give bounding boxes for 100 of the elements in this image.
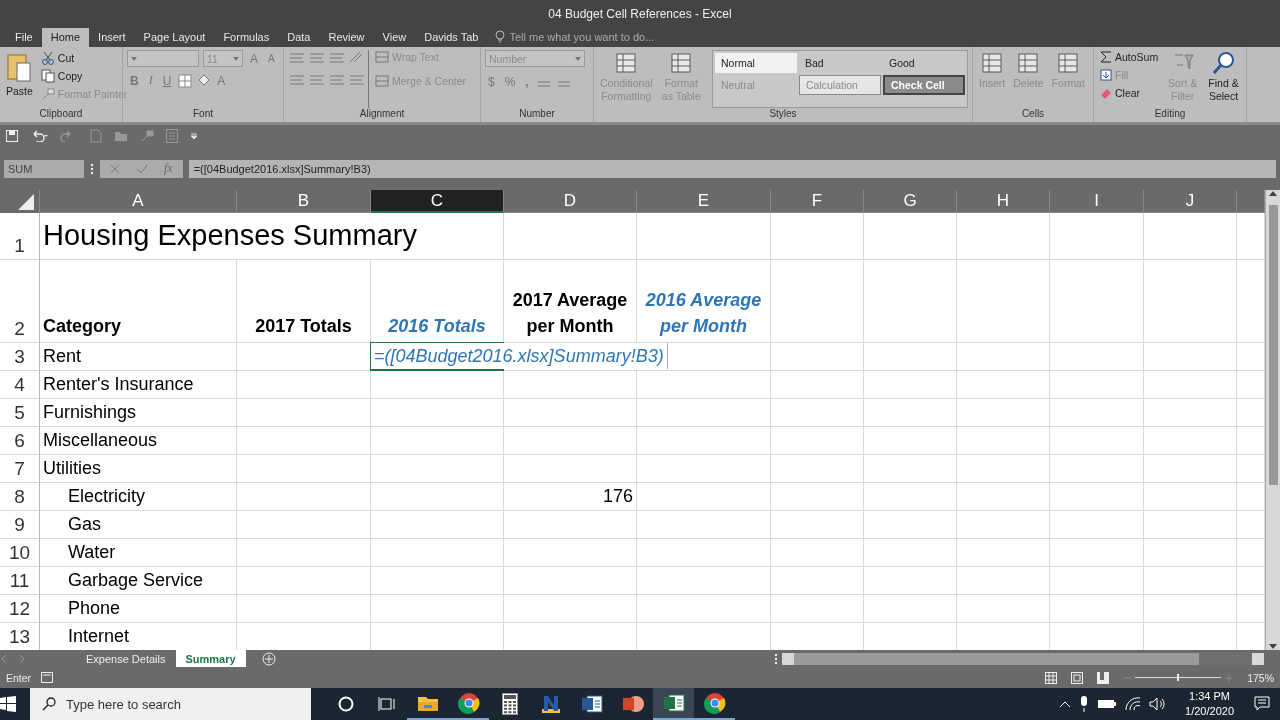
row-header[interactable]: 3 — [0, 343, 40, 371]
spreadsheet-cell[interactable]: Housing Expenses Summary — [40, 213, 504, 260]
row-header[interactable]: 1 — [0, 213, 40, 260]
spreadsheet-cell[interactable] — [771, 260, 864, 343]
column-header[interactable]: D — [504, 190, 637, 213]
spreadsheet-cell[interactable] — [864, 399, 957, 427]
spreadsheet-cell[interactable] — [637, 567, 771, 595]
spreadsheet-cell[interactable] — [957, 539, 1050, 567]
spreadsheet-cell[interactable] — [1144, 567, 1237, 595]
column-header[interactable]: B — [237, 190, 371, 213]
battery-icon[interactable] — [1097, 698, 1118, 710]
formula-text[interactable]: =([04Budget2016.xlsx]Summary!B3) — [371, 343, 668, 369]
undo-icon[interactable] — [30, 130, 48, 142]
spreadsheet-cell[interactable] — [637, 399, 771, 427]
ribbon-tab[interactable]: Home — [41, 28, 90, 47]
spreadsheet-cell[interactable] — [1144, 371, 1237, 399]
column-header[interactable]: J — [1144, 190, 1237, 213]
spreadsheet-cell[interactable] — [1144, 213, 1237, 260]
new-file-icon[interactable] — [90, 129, 102, 143]
spreadsheet-cell[interactable] — [864, 511, 957, 539]
spreadsheet-cell[interactable] — [864, 567, 957, 595]
next-sheet-icon[interactable] — [18, 654, 26, 663]
spreadsheet-cell[interactable] — [1050, 595, 1144, 623]
spreadsheet-cell[interactable]: Utilities — [40, 455, 237, 483]
spreadsheet-cell[interactable] — [864, 455, 957, 483]
formula-field[interactable]: =([04Budget2016.xlsx]Summary!B3) — [188, 159, 1276, 178]
spreadsheet-cell[interactable] — [771, 511, 864, 539]
column-header[interactable]: E — [637, 190, 771, 213]
sheet-tab[interactable]: Summary — [175, 650, 246, 667]
down-arrow-icon[interactable] — [1269, 644, 1277, 650]
spreadsheet-cell[interactable] — [1144, 511, 1237, 539]
vertical-scrollbar[interactable] — [1265, 190, 1280, 650]
spreadsheet-cell[interactable] — [371, 539, 504, 567]
spreadsheet-cell[interactable] — [771, 455, 864, 483]
name-box[interactable]: SUM — [4, 159, 84, 178]
spreadsheet-cell[interactable] — [504, 595, 637, 623]
save-icon[interactable] — [6, 130, 18, 142]
spreadsheet-cell[interactable] — [771, 427, 864, 455]
spreadsheet-cell[interactable] — [771, 399, 864, 427]
spreadsheet-cell[interactable]: Rent — [40, 343, 237, 371]
scissors-icon[interactable] — [40, 51, 55, 65]
spreadsheet-cell[interactable] — [771, 567, 864, 595]
spreadsheet-cell[interactable]: Water — [40, 539, 237, 567]
copy-icon[interactable] — [40, 69, 55, 83]
spreadsheet-cell[interactable] — [637, 427, 771, 455]
spreadsheet-cell[interactable] — [1144, 483, 1237, 511]
start-icon[interactable] — [0, 696, 16, 712]
spreadsheet-cell[interactable] — [1050, 213, 1144, 260]
spreadsheet-cell[interactable] — [237, 427, 371, 455]
ribbon-tab[interactable]: Page Layout — [134, 28, 215, 47]
macro-icon[interactable] — [41, 672, 54, 683]
enter-icon[interactable] — [136, 163, 148, 174]
spreadsheet-cell[interactable] — [771, 539, 864, 567]
spreadsheet-cell[interactable] — [957, 427, 1050, 455]
spreadsheet-cell[interactable] — [504, 539, 637, 567]
align-right-icon[interactable] — [328, 72, 344, 86]
spreadsheet-cell[interactable] — [637, 455, 771, 483]
spreadsheet-cell[interactable] — [1050, 343, 1144, 371]
page-layout-icon[interactable] — [1071, 671, 1084, 684]
clipboard-command[interactable]: Cut — [38, 50, 130, 66]
row-header[interactable]: 7 — [0, 455, 40, 483]
spreadsheet-cell[interactable] — [371, 511, 504, 539]
spreadsheet-cell[interactable] — [237, 567, 371, 595]
editing-command[interactable]: Clear — [1098, 86, 1161, 100]
spreadsheet-cell[interactable] — [504, 399, 637, 427]
spreadsheet-cell[interactable]: =([04Budget2016.xlsx]Summary!B3) — [371, 343, 771, 371]
spreadsheet-cell[interactable] — [1050, 399, 1144, 427]
find-select-button[interactable]: Find & Select — [1205, 50, 1242, 108]
spreadsheet-cell[interactable] — [1144, 595, 1237, 623]
cancel-icon[interactable] — [110, 163, 120, 174]
spreadsheet-cell[interactable] — [371, 567, 504, 595]
spreadsheet-cell[interactable] — [237, 595, 371, 623]
spreadsheet-cell[interactable] — [957, 260, 1050, 343]
spreadsheet-cell[interactable]: Furnishings — [40, 399, 237, 427]
row-header[interactable]: 6 — [0, 427, 40, 455]
spreadsheet-cell[interactable] — [1050, 455, 1144, 483]
taskbar-time[interactable]: 1:34 PM — [1189, 689, 1230, 704]
spreadsheet-cell[interactable] — [371, 595, 504, 623]
orientation-icon[interactable] — [348, 50, 364, 64]
sheet-tab[interactable]: Expense Details — [76, 650, 176, 667]
row-header[interactable]: 10 — [0, 539, 40, 567]
font-name-field[interactable] — [127, 50, 199, 67]
spreadsheet-cell[interactable] — [637, 595, 771, 623]
spreadsheet-cell[interactable]: Phone — [40, 595, 237, 623]
cell-style[interactable]: Normal — [715, 53, 797, 73]
spreadsheet-cell[interactable] — [237, 511, 371, 539]
chevron-up-icon[interactable] — [1059, 700, 1072, 708]
row-header[interactable]: 2 — [0, 260, 40, 343]
spreadsheet-cell[interactable]: Miscellaneous — [40, 427, 237, 455]
brush-icon[interactable] — [140, 129, 154, 143]
spreadsheet-cell[interactable] — [1050, 483, 1144, 511]
column-header[interactable]: H — [957, 190, 1050, 213]
spreadsheet-cell[interactable]: Garbage Service — [40, 567, 237, 595]
ribbon-tab[interactable]: Review — [319, 28, 374, 47]
spreadsheet-cell[interactable] — [1144, 539, 1237, 567]
ribbon-tab[interactable]: Insert — [89, 28, 135, 47]
row-header[interactable]: 5 — [0, 399, 40, 427]
spreadsheet-cell[interactable] — [371, 399, 504, 427]
ribbon-tab[interactable]: File — [6, 28, 42, 47]
spreadsheet-cell[interactable] — [957, 595, 1050, 623]
